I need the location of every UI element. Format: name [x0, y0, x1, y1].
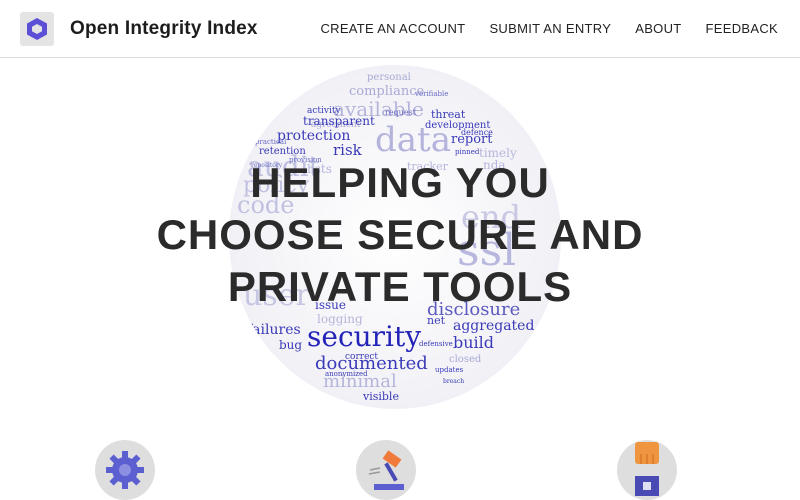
headline-line: CHOOSE SECURE AND — [156, 211, 644, 258]
cloud-word: visible — [363, 390, 399, 403]
cloud-word: pinned — [455, 148, 480, 156]
cloud-word: correct — [345, 352, 379, 362]
cloud-word: security — [307, 320, 422, 353]
cloud-word: updates — [435, 366, 464, 374]
cloud-word: net — [427, 314, 446, 327]
cloud-word: risk — [333, 141, 362, 159]
main-nav: CREATE AN ACCOUNT SUBMIT AN ENTRY ABOUT … — [320, 21, 778, 36]
nav-about[interactable]: ABOUT — [635, 21, 681, 36]
hero-section: personal compliance available agreement … — [0, 59, 800, 419]
feature-hand — [617, 440, 677, 500]
cloud-word: closed — [449, 354, 482, 365]
cloud-word: minimal — [323, 371, 397, 392]
cloud-word: defence — [461, 128, 493, 137]
cloud-word: practical — [255, 138, 287, 146]
nav-create-account[interactable]: CREATE AN ACCOUNT — [320, 21, 465, 36]
headline-line: HELPING YOU — [250, 159, 550, 206]
cloud-word: personal — [367, 72, 411, 83]
feature-gear — [95, 440, 155, 500]
gear-icon — [106, 451, 144, 489]
nav-feedback[interactable]: FEEDBACK — [706, 21, 778, 36]
cloud-word: defensive — [419, 340, 453, 348]
cloud-word: data — [375, 120, 451, 160]
cloud-word: breach — [443, 378, 465, 385]
cloud-word: threat — [431, 108, 466, 121]
site-header: Open Integrity Index CREATE AN ACCOUNT S… — [0, 0, 800, 58]
logo[interactable] — [20, 12, 54, 46]
cloud-word: build — [453, 333, 495, 352]
hexagon-logo-icon — [27, 18, 47, 40]
cloud-word: verifiable — [415, 90, 449, 98]
cloud-word: aggregated — [453, 318, 535, 334]
feature-hammer — [356, 440, 416, 500]
site-title[interactable]: Open Integrity Index — [70, 18, 258, 40]
hammer-icon — [368, 450, 404, 490]
cloud-word: bug — [279, 338, 303, 352]
hero-headline: HELPING YOU CHOOSE SECURE AND PRIVATE TO… — [0, 157, 800, 313]
cloud-word: transparent — [303, 114, 375, 128]
hand-icon — [635, 442, 659, 496]
cloud-word: failures — [247, 322, 301, 338]
nav-submit-entry[interactable]: SUBMIT AN ENTRY — [489, 21, 611, 36]
headline-line: PRIVATE TOOLS — [227, 263, 573, 310]
cloud-word: request — [385, 108, 416, 117]
